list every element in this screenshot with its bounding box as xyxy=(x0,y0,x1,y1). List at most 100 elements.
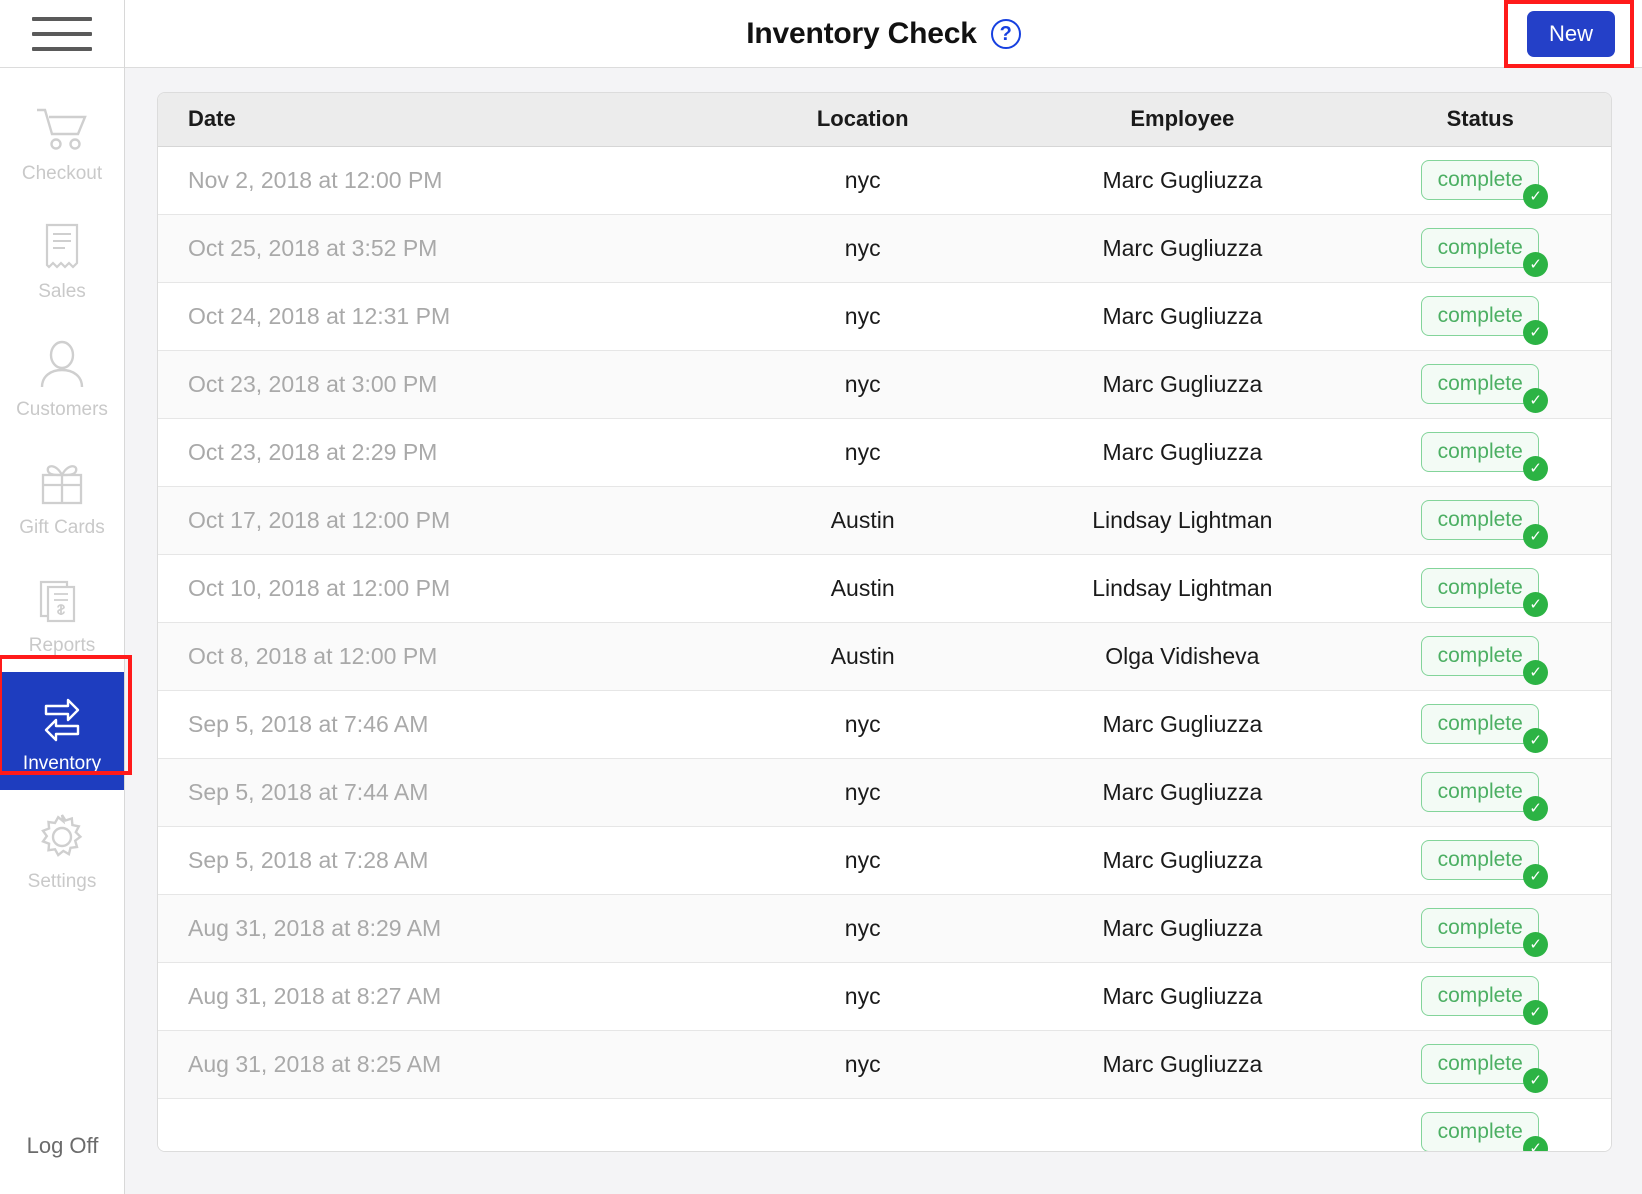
check-circle-icon: ✓ xyxy=(1523,932,1549,957)
cell-employee: Olga Vidisheva xyxy=(1105,642,1260,669)
table-row[interactable]: Oct 25, 2018 at 3:52 PM nyc Marc Gugliuzza… xyxy=(158,214,1611,282)
main-area: Inventory Check ? New Date Location Empl… xyxy=(125,0,1642,1194)
cell-status: complete ✓ xyxy=(1349,1098,1611,1151)
status-badge-label: complete xyxy=(1421,636,1540,676)
column-header-date[interactable]: Date xyxy=(158,93,711,147)
cell-location: nyc xyxy=(844,438,881,465)
cell-location: nyc xyxy=(844,370,881,397)
table-row[interactable]: Aug 31, 2018 at 8:29 AM nyc Marc Gugliuzza… xyxy=(158,894,1611,962)
check-circle-icon: ✓ xyxy=(1523,456,1549,481)
check-circle-icon: ✓ xyxy=(1523,252,1549,277)
check-circle-icon: ✓ xyxy=(1523,1000,1549,1025)
cell-date: Sep 5, 2018 at 7:28 AM xyxy=(188,846,429,873)
status-badge-label: complete xyxy=(1421,1112,1540,1151)
table-row[interactable]: Sep 5, 2018 at 7:44 AM nyc Marc Gugliuzza c… xyxy=(158,758,1611,826)
app-root: Checkout Sales Customers Gift Cards Repo… xyxy=(0,0,1642,1194)
cell-status: complete ✓ xyxy=(1349,486,1611,554)
check-circle-icon: ✓ xyxy=(1523,592,1549,617)
cell-location: nyc xyxy=(844,914,881,941)
cell-status: complete ✓ xyxy=(1349,350,1611,418)
table-row[interactable]: Aug 31, 2018 at 8:27 AM nyc Marc Gugliuzza… xyxy=(158,962,1611,1030)
hamburger-menu-button[interactable] xyxy=(0,0,124,68)
top-bar: Inventory Check ? New xyxy=(125,0,1642,68)
status-badge-label: complete xyxy=(1421,568,1540,608)
status-badge: complete ✓ xyxy=(1421,704,1549,753)
table-row[interactable]: Oct 8, 2018 at 12:00 PM Austin Olga Vidish… xyxy=(158,622,1611,690)
gear-icon xyxy=(36,808,88,866)
status-badge: complete ✓ xyxy=(1421,160,1549,209)
sidebar-item-label: Checkout xyxy=(21,162,103,184)
cell-status: complete ✓ xyxy=(1349,758,1611,826)
status-badge-label: complete xyxy=(1421,500,1540,540)
new-button[interactable]: New xyxy=(1527,11,1615,57)
cell-date: Aug 31, 2018 at 8:29 AM xyxy=(188,914,442,941)
cell-location: nyc xyxy=(844,710,881,737)
cell-location: nyc xyxy=(844,302,881,329)
cell-status: complete ✓ xyxy=(1349,282,1611,350)
status-badge-label: complete xyxy=(1421,228,1540,268)
log-off-label: Log Off xyxy=(26,1133,99,1158)
table-header: Date Location Employee Status xyxy=(158,93,1611,147)
cell-employee: Marc Gugliuzza xyxy=(1102,370,1263,397)
check-circle-icon: ✓ xyxy=(1523,864,1549,889)
check-circle-icon: ✓ xyxy=(1523,320,1549,345)
cell-status: complete ✓ xyxy=(1349,1030,1611,1098)
status-badge-label: complete xyxy=(1421,840,1540,880)
cell-employee: Lindsay Lightman xyxy=(1092,506,1273,533)
cell-employee: Marc Gugliuzza xyxy=(1102,1050,1263,1077)
cell-employee: Marc Gugliuzza xyxy=(1102,710,1263,737)
cell-status: complete ✓ xyxy=(1349,826,1611,894)
sidebar-item-checkout[interactable]: Checkout xyxy=(0,82,124,200)
table-row[interactable]: Sep 5, 2018 at 7:46 AM nyc Marc Gugliuzza c… xyxy=(158,690,1611,758)
page-title: Inventory Check xyxy=(746,16,977,50)
status-badge: complete ✓ xyxy=(1421,296,1549,345)
check-circle-icon: ✓ xyxy=(1523,184,1549,209)
table-row[interactable]: Oct 17, 2018 at 12:00 PM Austin Lindsay Li… xyxy=(158,486,1611,554)
check-circle-icon: ✓ xyxy=(1523,660,1549,685)
cell-date xyxy=(158,1098,710,1151)
receipt-icon xyxy=(41,218,83,276)
status-badge-label: complete xyxy=(1421,704,1540,744)
status-badge: complete ✓ xyxy=(1421,772,1549,821)
status-badge: complete ✓ xyxy=(1421,500,1549,549)
table-row[interactable]: Aug 31, 2018 at 8:25 AM nyc Marc Gugliuzza… xyxy=(158,1030,1611,1098)
sidebar-item-customers[interactable]: Customers xyxy=(0,318,124,436)
cell-date: Oct 23, 2018 at 3:00 PM xyxy=(188,370,438,397)
status-badge: complete ✓ xyxy=(1421,568,1549,617)
check-circle-icon: ✓ xyxy=(1523,1136,1549,1151)
transfer-arrows-icon xyxy=(34,690,90,748)
gift-box-icon xyxy=(36,454,88,512)
sidebar-item-gift-cards[interactable]: Gift Cards xyxy=(0,436,124,554)
column-header-location[interactable]: Location xyxy=(710,93,1016,147)
cell-date: Oct 25, 2018 at 3:52 PM xyxy=(188,234,438,261)
log-off-button[interactable]: Log Off xyxy=(0,1098,125,1194)
sidebar-item-settings[interactable]: Settings xyxy=(0,790,124,908)
cell-status: complete ✓ xyxy=(1349,146,1611,214)
table-row[interactable]: Oct 23, 2018 at 2:29 PM nyc Marc Gugliuzza… xyxy=(158,418,1611,486)
status-badge: complete ✓ xyxy=(1421,976,1549,1025)
table-row[interactable]: Nov 2, 2018 at 12:00 PM nyc Marc Gugliuzza… xyxy=(158,146,1611,214)
cell-employee: Marc Gugliuzza xyxy=(1102,914,1263,941)
sidebar-nav: Checkout Sales Customers Gift Cards Repo… xyxy=(0,68,124,908)
column-header-status[interactable]: Status xyxy=(1349,93,1611,147)
sidebar-item-sales[interactable]: Sales xyxy=(0,200,124,318)
cell-date: Oct 10, 2018 at 12:00 PM xyxy=(188,574,451,601)
sidebar-item-label: Customers xyxy=(16,398,108,420)
cell-employee xyxy=(1015,1098,1349,1151)
cell-employee: Marc Gugliuzza xyxy=(1102,302,1263,329)
sidebar-item-inventory[interactable]: Inventory xyxy=(0,672,124,790)
status-badge-label: complete xyxy=(1421,1044,1540,1084)
status-badge: complete ✓ xyxy=(1421,1112,1549,1151)
table-row[interactable]: Sep 5, 2018 at 7:28 AM nyc Marc Gugliuzza c… xyxy=(158,826,1611,894)
table-row[interactable]: complete ✓ xyxy=(158,1098,1611,1151)
table-row[interactable]: Oct 23, 2018 at 3:00 PM nyc Marc Gugliuzza… xyxy=(158,350,1611,418)
check-circle-icon: ✓ xyxy=(1523,728,1549,753)
cell-date: Aug 31, 2018 at 8:27 AM xyxy=(188,982,442,1009)
question-mark-circle-icon[interactable]: ? xyxy=(990,18,1021,49)
table-row[interactable]: Oct 10, 2018 at 12:00 PM Austin Lindsay Li… xyxy=(158,554,1611,622)
column-header-employee[interactable]: Employee xyxy=(1015,93,1350,147)
cell-location: nyc xyxy=(844,982,881,1009)
table-row[interactable]: Oct 24, 2018 at 12:31 PM nyc Marc Gugliuzz… xyxy=(158,282,1611,350)
sidebar-item-reports[interactable]: Reports xyxy=(0,554,124,672)
status-badge-label: complete xyxy=(1421,160,1540,200)
